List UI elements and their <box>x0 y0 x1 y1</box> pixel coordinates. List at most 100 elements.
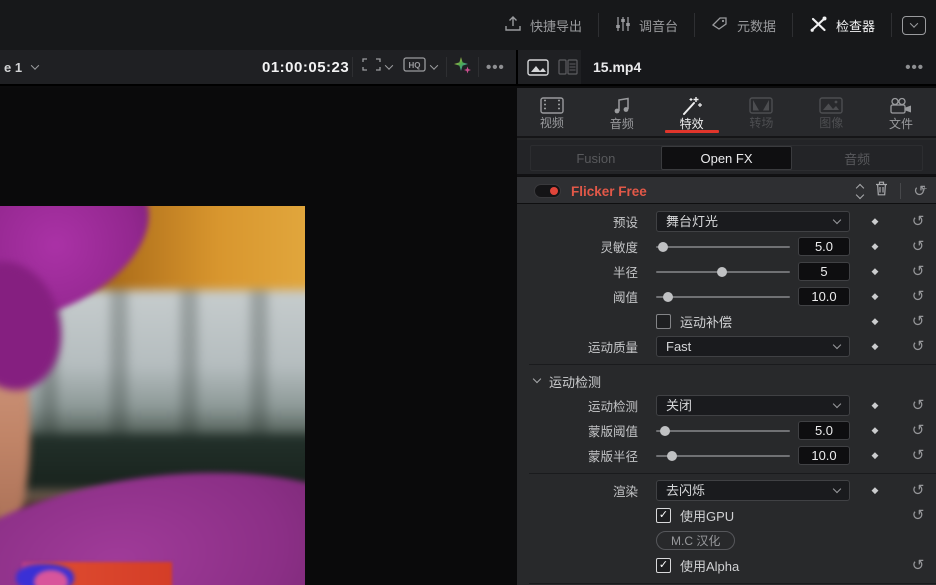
motion-detection-dropdown[interactable]: 关闭 <box>656 395 850 416</box>
reset-cell: ↺ <box>900 238 936 256</box>
dropdown-value: 舞台灯光 <box>666 215 834 228</box>
keyframe-diamond-icon[interactable]: ◆ <box>872 266 879 276</box>
slider-track[interactable] <box>656 271 790 273</box>
slider-track[interactable] <box>656 296 790 298</box>
param-control: 10.0 <box>647 446 850 465</box>
motion-compensation-checkbox[interactable] <box>656 314 671 329</box>
dual-panel-button[interactable] <box>556 56 580 78</box>
chevron-down-icon <box>533 375 541 383</box>
keyframe-diamond-icon[interactable]: ◆ <box>872 425 879 435</box>
keyframe-diamond-icon[interactable]: ◆ <box>872 241 879 251</box>
reset-icon[interactable]: ↺ <box>912 213 925 230</box>
reset-icon[interactable]: ↺ <box>912 397 925 414</box>
sensitivity-value[interactable]: 5.0 <box>798 237 850 256</box>
keyframe-diamond-icon[interactable]: ◆ <box>872 316 879 326</box>
param-row-render: 渲染去闪烁◆↺ <box>517 478 936 503</box>
param-label: 蒙版半径 <box>517 446 647 465</box>
color-enhance-button[interactable] <box>453 50 472 84</box>
param-control: 舞台灯光 <box>647 211 850 232</box>
timeline-name: e 1 <box>4 60 22 75</box>
mask-radius-value[interactable]: 10.0 <box>798 446 850 465</box>
plugin-enable-toggle[interactable] <box>534 184 561 198</box>
slider-handle[interactable] <box>667 451 677 461</box>
use-gpu-checkbox[interactable]: ✓ <box>656 508 671 523</box>
mixer-button[interactable]: 调音台 <box>599 0 694 50</box>
tab-video[interactable]: 视频 <box>517 88 587 136</box>
video-preview[interactable] <box>0 206 305 585</box>
slider-track[interactable] <box>656 246 790 248</box>
tab-audio[interactable]: 音频 <box>587 88 657 136</box>
threshold-slider: 10.0 <box>656 287 850 306</box>
mask-threshold-value[interactable]: 5.0 <box>798 421 850 440</box>
reset-icon[interactable]: ↺ <box>912 263 925 280</box>
picture-mode-button[interactable] <box>524 56 552 78</box>
panel-overflow-button[interactable] <box>892 0 936 50</box>
tab-effects[interactable]: 特效 <box>657 88 727 136</box>
reset-icon[interactable]: ↺ <box>912 313 925 330</box>
reset-icon[interactable]: ↺ <box>912 288 925 305</box>
hq-film-icon: HQ <box>403 57 426 77</box>
toolbar-separator <box>478 57 479 77</box>
mc-localization-button[interactable]: M.C 汉化 <box>656 531 735 550</box>
keyframe-diamond-icon[interactable]: ◆ <box>872 341 879 351</box>
reset-icon[interactable]: ↺ <box>912 422 925 439</box>
chevron-box-icon <box>902 16 926 35</box>
radius-value[interactable]: 5 <box>798 262 850 281</box>
param-row-radius: 半径5◆↺ <box>517 259 936 284</box>
metadata-label: 元数据 <box>737 16 776 35</box>
slider-track[interactable] <box>656 455 790 457</box>
inspector-options-button[interactable]: ••• <box>905 59 924 76</box>
viewer-options-button[interactable]: ••• <box>486 50 505 84</box>
param-control: Fast <box>647 336 850 357</box>
section-motion-detection-section[interactable]: 运动检测 <box>517 369 936 393</box>
keyframe-diamond-icon[interactable]: ◆ <box>872 216 879 226</box>
slider-handle[interactable] <box>663 292 673 302</box>
reset-icon[interactable]: ↺ <box>912 447 925 464</box>
collapse-expand-icon[interactable] <box>857 185 863 198</box>
param-control: 关闭 <box>647 395 850 416</box>
letterbox-button[interactable] <box>362 50 392 84</box>
param-control: 5.0 <box>647 237 850 256</box>
proxy-quality-button[interactable]: HQ <box>403 50 437 84</box>
threshold-value[interactable]: 10.0 <box>798 287 850 306</box>
subtab-audio[interactable]: 音频 <box>792 146 922 170</box>
render-dropdown[interactable]: 去闪烁 <box>656 480 850 501</box>
keyframe-diamond-icon[interactable]: ◆ <box>872 291 879 301</box>
use-alpha-checkbox[interactable]: ✓ <box>656 558 671 573</box>
note-icon <box>613 97 631 115</box>
toolbar-separator <box>446 57 447 77</box>
keyframe-diamond-icon[interactable]: ◆ <box>872 485 879 495</box>
slider-handle[interactable] <box>660 426 670 436</box>
slider-handle[interactable] <box>658 242 668 252</box>
tab-image-label: 图像 <box>819 117 843 129</box>
tab-transition-label: 转场 <box>749 117 773 129</box>
inspector-panel: 视频 音频 特效 转场 图像 文件 <box>517 88 936 585</box>
motion-quality-dropdown[interactable]: Fast <box>656 336 850 357</box>
trash-icon[interactable] <box>875 181 888 201</box>
quick-export-button[interactable]: 快捷导出 <box>488 0 598 50</box>
reset-icon[interactable]: ↺ <box>912 557 925 574</box>
inspector-button[interactable]: 检查器 <box>793 0 891 50</box>
metadata-button[interactable]: 元数据 <box>695 0 792 50</box>
subtab-openfx[interactable]: Open FX <box>661 146 793 170</box>
divider-line <box>529 364 936 365</box>
checkbox-label: 使用GPU <box>680 506 734 525</box>
quick-export-label: 快捷导出 <box>530 16 582 35</box>
tab-transition[interactable]: 转场 <box>726 88 796 136</box>
reset-all-icon[interactable]: ↺+ <box>913 184 926 199</box>
subtab-fusion[interactable]: Fusion <box>531 146 661 170</box>
tab-video-label: 视频 <box>540 117 564 129</box>
slider-handle[interactable] <box>717 267 727 277</box>
tab-image[interactable]: 图像 <box>796 88 866 136</box>
camera-icon <box>889 97 913 115</box>
reset-icon[interactable]: ↺ <box>912 238 925 255</box>
keyframe-diamond-icon[interactable]: ◆ <box>872 450 879 460</box>
timeline-selector[interactable]: e 1 <box>4 50 38 84</box>
tab-file[interactable]: 文件 <box>866 88 936 136</box>
reset-icon[interactable]: ↺ <box>912 482 925 499</box>
reset-icon[interactable]: ↺ <box>912 338 925 355</box>
reset-icon[interactable]: ↺ <box>912 507 925 524</box>
preset-dropdown[interactable]: 舞台灯光 <box>656 211 850 232</box>
slider-track[interactable] <box>656 430 790 432</box>
keyframe-diamond-icon[interactable]: ◆ <box>872 400 879 410</box>
